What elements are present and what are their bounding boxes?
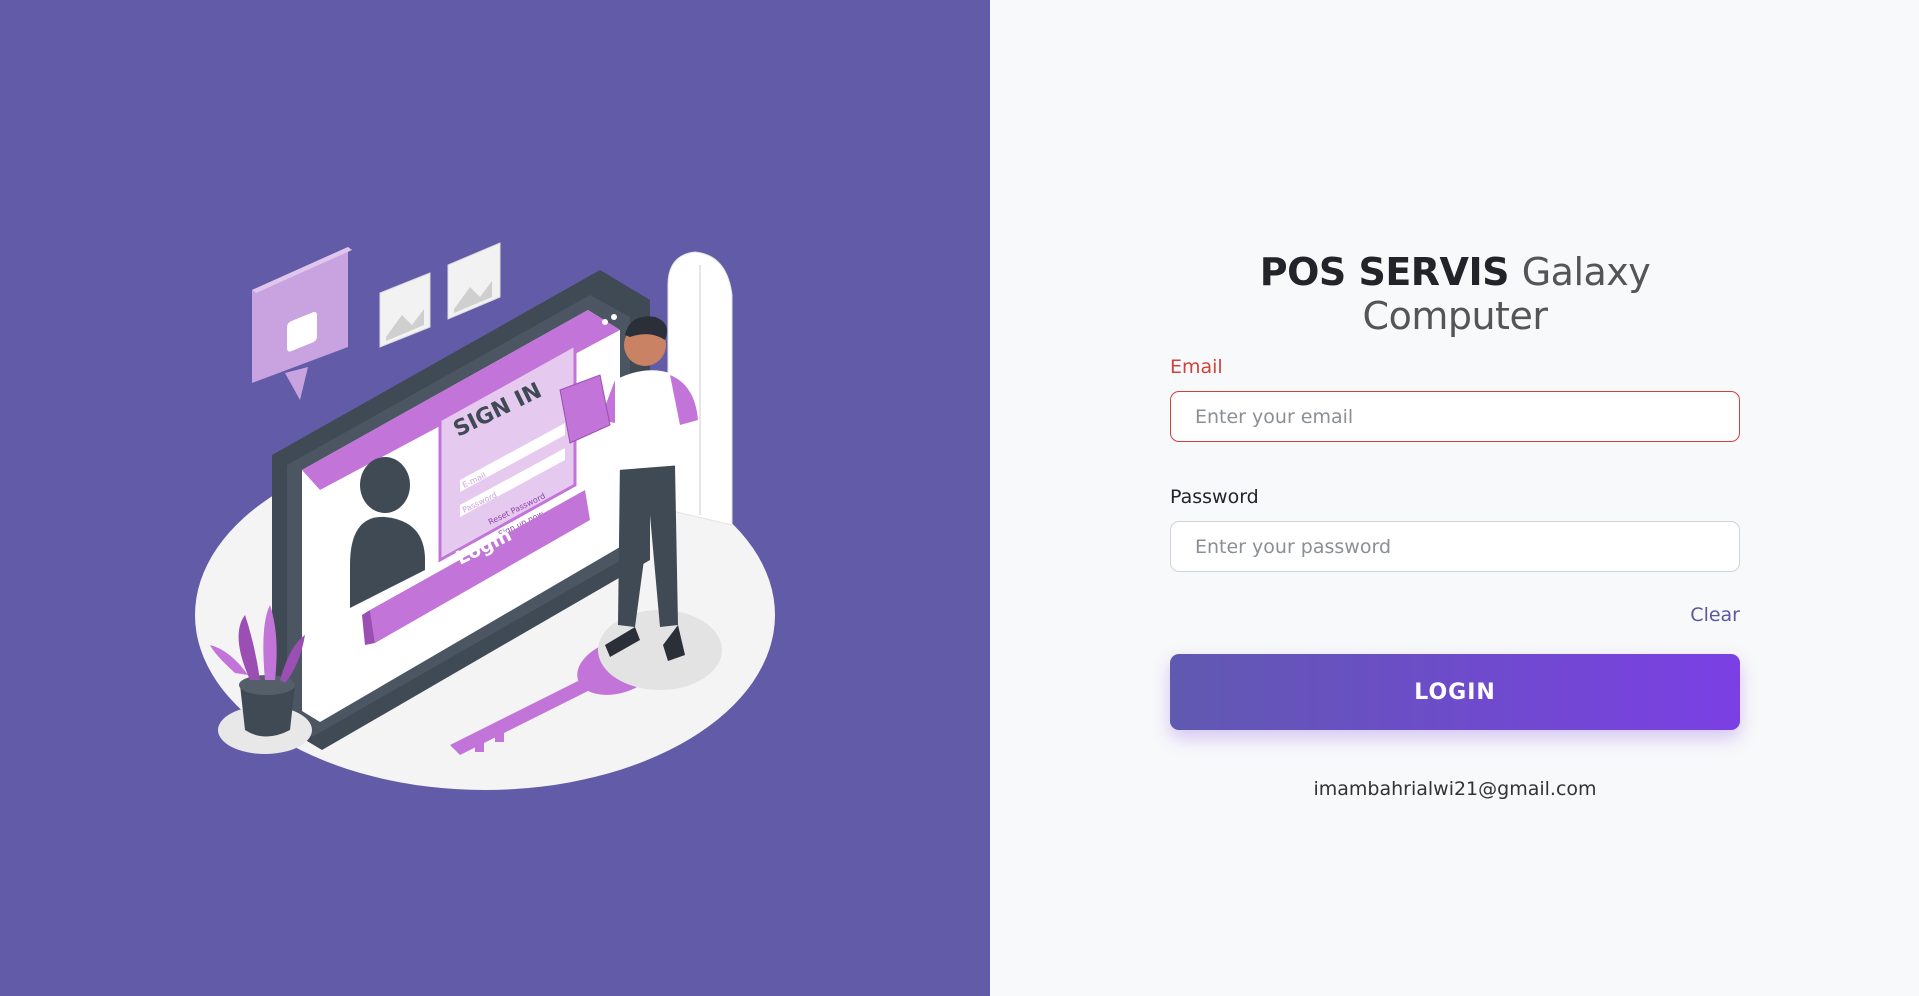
email-label: Email [1170, 356, 1223, 378]
login-button[interactable]: LOGIN [1170, 654, 1740, 730]
login-illustration: SIGN IN E-mail Password Reset Password S… [195, 242, 775, 790]
illustration-panel: SIGN IN E-mail Password Reset Password S… [0, 0, 990, 996]
email-field[interactable] [1170, 391, 1740, 442]
email-group: Email [1170, 356, 1740, 442]
clear-row: Clear [1170, 604, 1740, 626]
login-form: POS SERVIS Galaxy Computer Email Passwor… [1170, 250, 1740, 800]
app-title-brand: POS SERVIS [1259, 250, 1510, 294]
login-panel: POS SERVIS Galaxy Computer Email Passwor… [990, 0, 1919, 996]
clear-link[interactable]: Clear [1690, 604, 1740, 626]
password-group: Password [1170, 486, 1740, 572]
password-field[interactable] [1170, 521, 1740, 572]
image-frame-icon [447, 242, 501, 320]
password-label: Password [1170, 486, 1259, 508]
image-frame-icon [379, 272, 431, 348]
lock-icon [252, 247, 352, 400]
app-title: POS SERVIS Galaxy Computer [1170, 250, 1740, 338]
footer-email: imambahrialwi21@gmail.com [1313, 778, 1597, 800]
